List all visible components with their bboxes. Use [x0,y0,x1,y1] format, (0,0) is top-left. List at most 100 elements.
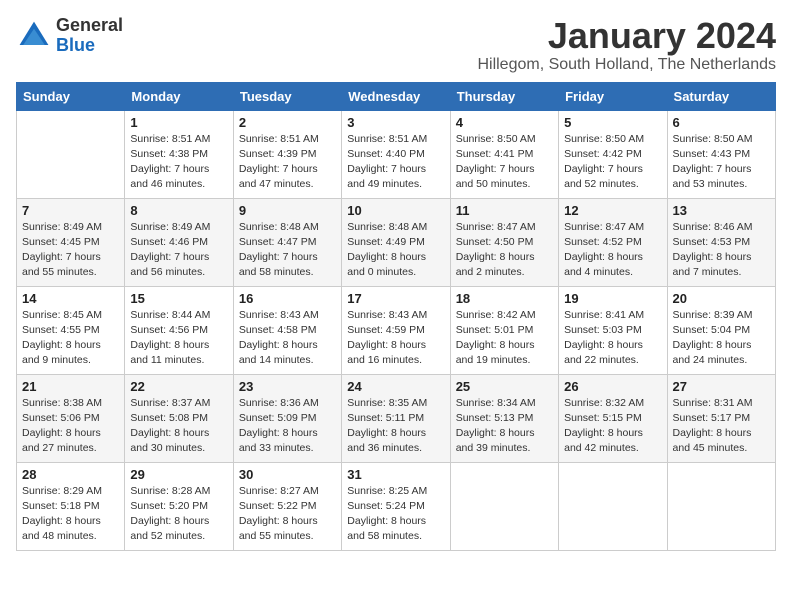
calendar-cell: 12 Sunrise: 8:47 AMSunset: 4:52 PMDayligh… [559,198,667,286]
weekday-header-sunday: Sunday [17,82,125,110]
day-number: 15 [130,291,227,306]
day-number: 24 [347,379,444,394]
calendar-cell: 14 Sunrise: 8:45 AMSunset: 4:55 PMDayligh… [17,286,125,374]
day-number: 27 [673,379,770,394]
calendar-week-row: 7 Sunrise: 8:49 AMSunset: 4:45 PMDaylight… [17,198,776,286]
calendar-week-row: 28 Sunrise: 8:29 AMSunset: 5:18 PMDayligh… [17,462,776,550]
calendar-week-row: 21 Sunrise: 8:38 AMSunset: 5:06 PMDayligh… [17,374,776,462]
weekday-header-friday: Friday [559,82,667,110]
day-number: 4 [456,115,553,130]
day-number: 14 [22,291,119,306]
location-title: Hillegom, South Holland, The Netherlands [477,56,776,74]
calendar-cell: 4 Sunrise: 8:50 AMSunset: 4:41 PMDaylight… [450,110,558,198]
logo: General Blue [16,16,123,56]
month-title: January 2024 [477,16,776,56]
calendar-week-row: 1Sunrise: 8:51 AMSunset: 4:38 PMDaylight… [17,110,776,198]
day-number: 29 [130,467,227,482]
calendar-cell: 21 Sunrise: 8:38 AMSunset: 5:06 PMDayligh… [17,374,125,462]
day-info: Sunrise: 8:51 AMSunset: 4:39 PMDaylight:… [239,132,336,193]
calendar-cell: 16 Sunrise: 8:43 AMSunset: 4:58 PMDayligh… [233,286,341,374]
calendar-cell [667,462,775,550]
day-number: 13 [673,203,770,218]
day-number: 20 [673,291,770,306]
day-info: Sunrise: 8:32 AMSunset: 5:15 PMDaylight:… [564,396,661,457]
day-info: Sunrise: 8:49 AMSunset: 4:46 PMDaylight:… [130,220,227,281]
weekday-header-monday: Monday [125,82,233,110]
calendar-cell: 6Sunrise: 8:50 AMSunset: 4:43 PMDaylight… [667,110,775,198]
calendar-table: SundayMondayTuesdayWednesdayThursdayFrid… [16,82,776,551]
day-info: Sunrise: 8:46 AMSunset: 4:53 PMDaylight:… [673,220,770,281]
day-number: 6 [673,115,770,130]
day-number: 7 [22,203,119,218]
day-number: 3 [347,115,444,130]
day-number: 28 [22,467,119,482]
calendar-cell: 5Sunrise: 8:50 AMSunset: 4:42 PMDaylight… [559,110,667,198]
day-number: 18 [456,291,553,306]
day-number: 17 [347,291,444,306]
day-info: Sunrise: 8:47 AMSunset: 4:52 PMDaylight:… [564,220,661,281]
day-info: Sunrise: 8:50 AMSunset: 4:41 PMDaylight:… [456,132,553,193]
calendar-cell: 13 Sunrise: 8:46 AMSunset: 4:53 PMDayligh… [667,198,775,286]
calendar-cell: 18 Sunrise: 8:42 AMSunset: 5:01 PMDayligh… [450,286,558,374]
logo-general: General [56,16,123,36]
calendar-cell: 1Sunrise: 8:51 AMSunset: 4:38 PMDaylight… [125,110,233,198]
day-number: 10 [347,203,444,218]
calendar-cell [450,462,558,550]
day-info: Sunrise: 8:48 AMSunset: 4:49 PMDaylight:… [347,220,444,281]
page-header: General Blue January 2024 Hillegom, Sout… [16,16,776,74]
calendar-cell: 9 Sunrise: 8:48 AMSunset: 4:47 PMDaylight… [233,198,341,286]
day-number: 25 [456,379,553,394]
day-info: Sunrise: 8:31 AMSunset: 5:17 PMDaylight:… [673,396,770,457]
calendar-cell: 7 Sunrise: 8:49 AMSunset: 4:45 PMDaylight… [17,198,125,286]
day-number: 30 [239,467,336,482]
day-number: 19 [564,291,661,306]
day-info: Sunrise: 8:47 AMSunset: 4:50 PMDaylight:… [456,220,553,281]
weekday-header-wednesday: Wednesday [342,82,450,110]
weekday-header-tuesday: Tuesday [233,82,341,110]
day-info: Sunrise: 8:36 AMSunset: 5:09 PMDaylight:… [239,396,336,457]
calendar-cell: 27 Sunrise: 8:31 AMSunset: 5:17 PMDayligh… [667,374,775,462]
day-info: Sunrise: 8:49 AMSunset: 4:45 PMDaylight:… [22,220,119,281]
day-number: 8 [130,203,227,218]
day-info: Sunrise: 8:50 AMSunset: 4:42 PMDaylight:… [564,132,661,193]
day-number: 11 [456,203,553,218]
day-info: Sunrise: 8:39 AMSunset: 5:04 PMDaylight:… [673,308,770,369]
day-info: Sunrise: 8:35 AMSunset: 5:11 PMDaylight:… [347,396,444,457]
calendar-cell: 2 Sunrise: 8:51 AMSunset: 4:39 PMDaylight… [233,110,341,198]
day-info: Sunrise: 8:25 AMSunset: 5:24 PMDaylight:… [347,484,444,545]
logo-text: General Blue [56,16,123,56]
calendar-cell: 24 Sunrise: 8:35 AMSunset: 5:11 PMDayligh… [342,374,450,462]
day-info: Sunrise: 8:43 AMSunset: 4:58 PMDaylight:… [239,308,336,369]
day-number: 31 [347,467,444,482]
calendar-cell: 20 Sunrise: 8:39 AMSunset: 5:04 PMDayligh… [667,286,775,374]
calendar-cell: 29 Sunrise: 8:28 AMSunset: 5:20 PMDayligh… [125,462,233,550]
day-info: Sunrise: 8:41 AMSunset: 5:03 PMDaylight:… [564,308,661,369]
calendar-cell: 8 Sunrise: 8:49 AMSunset: 4:46 PMDaylight… [125,198,233,286]
calendar-cell [559,462,667,550]
calendar-week-row: 14 Sunrise: 8:45 AMSunset: 4:55 PMDayligh… [17,286,776,374]
day-info: Sunrise: 8:51 AMSunset: 4:38 PMDaylight:… [130,132,227,193]
day-info: Sunrise: 8:44 AMSunset: 4:56 PMDaylight:… [130,308,227,369]
day-info: Sunrise: 8:27 AMSunset: 5:22 PMDaylight:… [239,484,336,545]
calendar-cell: 10 Sunrise: 8:48 AMSunset: 4:49 PMDayligh… [342,198,450,286]
day-info: Sunrise: 8:48 AMSunset: 4:47 PMDaylight:… [239,220,336,281]
day-number: 21 [22,379,119,394]
day-number: 22 [130,379,227,394]
calendar-cell: 25 Sunrise: 8:34 AMSunset: 5:13 PMDayligh… [450,374,558,462]
day-number: 12 [564,203,661,218]
day-info: Sunrise: 8:45 AMSunset: 4:55 PMDaylight:… [22,308,119,369]
day-info: Sunrise: 8:38 AMSunset: 5:06 PMDaylight:… [22,396,119,457]
day-info: Sunrise: 8:29 AMSunset: 5:18 PMDaylight:… [22,484,119,545]
calendar-cell: 22Sunrise: 8:37 AMSunset: 5:08 PMDayligh… [125,374,233,462]
calendar-cell: 3Sunrise: 8:51 AMSunset: 4:40 PMDaylight… [342,110,450,198]
day-number: 16 [239,291,336,306]
calendar-cell: 26Sunrise: 8:32 AMSunset: 5:15 PMDayligh… [559,374,667,462]
calendar-cell: 28 Sunrise: 8:29 AMSunset: 5:18 PMDayligh… [17,462,125,550]
title-block: January 2024 Hillegom, South Holland, Th… [477,16,776,74]
day-number: 23 [239,379,336,394]
day-info: Sunrise: 8:42 AMSunset: 5:01 PMDaylight:… [456,308,553,369]
day-number: 2 [239,115,336,130]
day-info: Sunrise: 8:34 AMSunset: 5:13 PMDaylight:… [456,396,553,457]
day-number: 9 [239,203,336,218]
day-info: Sunrise: 8:28 AMSunset: 5:20 PMDaylight:… [130,484,227,545]
